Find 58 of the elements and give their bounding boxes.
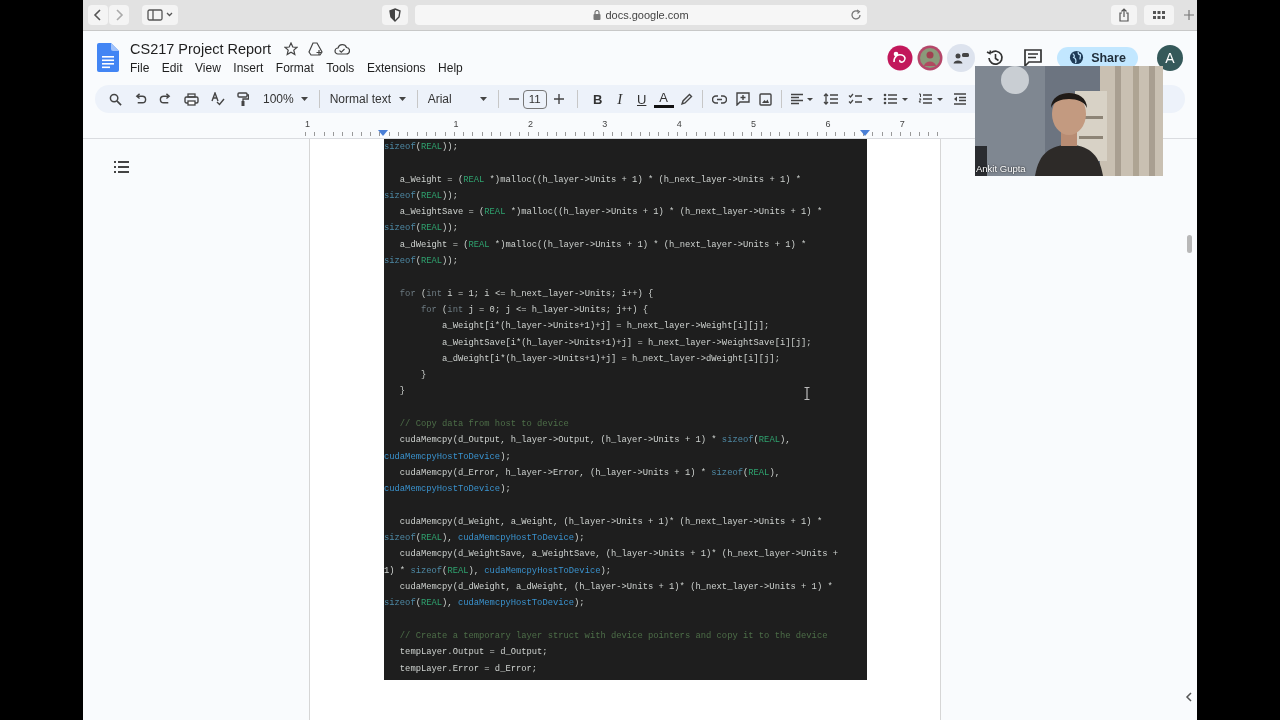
url-text: docs.google.com	[605, 9, 689, 21]
code-line: a_WeightSave = (REAL *)malloc((h_layer->Units + 1) * (h_next_layer->Units + 1) *	[398, 206, 823, 220]
style-dropdown[interactable]: Normal text	[329, 92, 406, 106]
format-button[interactable]: I	[609, 88, 630, 110]
code-line: sizeof(REAL));	[384, 255, 458, 269]
document-title[interactable]: CS217 Project Report	[130, 40, 272, 57]
ruler-number: 5	[751, 119, 758, 129]
menu-item[interactable]: Insert	[233, 60, 264, 75]
code-line: // Copy data from host to device	[398, 418, 569, 432]
share-button[interactable]: Share	[1057, 46, 1138, 69]
code-line: sizeof(REAL));	[384, 189, 458, 203]
account-avatar[interactable]: A	[1157, 44, 1183, 71]
code-line: 1) * sizeof(REAL), cudaMemcpyHostToDevice);	[384, 564, 612, 578]
ruler-number: 6	[825, 119, 832, 129]
ruler-number: 1	[305, 119, 311, 129]
code-line: cudaMemcpy(d_WeightSave, a_WeightSave, (h_layer->Units + 1)* (h_next_layer->Units +	[398, 548, 838, 562]
code-line: tempLayer.Error = d_Error;	[398, 662, 538, 676]
ruler-number: 4	[676, 119, 683, 129]
code-line: a_dWeight[i*(h_layer->Units+1)+j] = h_next_layer->dWeight[i][j];	[441, 352, 780, 366]
format-button[interactable]: U	[631, 88, 652, 110]
menu-item[interactable]: Edit	[161, 60, 183, 75]
ruler-number: 1	[453, 119, 460, 129]
code-line: tempLayer.Output = d_Output;	[398, 646, 548, 660]
code-line: sizeof(REAL));	[384, 222, 458, 236]
menu-item[interactable]: View	[195, 60, 221, 75]
code-line: // Create a temporary layer struct with device pointers and copy it to the device	[398, 629, 828, 643]
format-button[interactable]: B	[587, 88, 608, 110]
code-line: sizeof(REAL));	[384, 141, 458, 154]
font-dropdown[interactable]: Arial	[427, 92, 487, 106]
menu-item[interactable]: Extensions	[366, 60, 426, 75]
menu-item[interactable]: Help	[438, 60, 463, 75]
code-line: cudaMemcpy(d_dWeight, a_dWeight, (h_layer->Units + 1)* (h_next_layer->Units + 1) *	[398, 581, 833, 594]
code-line: }	[419, 369, 427, 383]
code-line: cudaMemcpy(d_Weight, a_Weight, (h_layer->Units + 1)* (h_next_layer->Units + 1) *	[398, 515, 823, 529]
code-line: sizeof(REAL), cudaMemcpyHostToDevice);	[384, 597, 585, 611]
code-line: for (int i = 1; i <= h_next_layer->Units; i++) {	[398, 287, 654, 301]
ruler-number: 7	[899, 119, 906, 129]
menu-item[interactable]: Format	[275, 60, 314, 75]
code-line: a_Weight = (REAL *)malloc((h_layer->Units + 1) * (h_next_layer->Units + 1) *	[398, 173, 802, 187]
code-line: a_WeightSave[i*(h_layer->Units+1)+j] = h_next_layer->WeightSave[i][j];	[441, 336, 812, 350]
participant-name: Ankit Gupta	[976, 163, 1026, 174]
font-size-field[interactable]: 11	[522, 89, 547, 109]
ruler-number: 3	[602, 119, 609, 129]
zoom-dropdown[interactable]: 100%	[263, 92, 308, 106]
code-line: sizeof(REAL), cudaMemcpyHostToDevice);	[384, 532, 585, 546]
code-line: cudaMemcpyHostToDevice);	[384, 450, 511, 464]
code-line: cudaMemcpy(d_Output, h_layer->Output, (h_layer->Units + 1) * sizeof(REAL),	[398, 434, 791, 448]
code-line: for (int j = 0; j <= h_layer->Units; j++) {	[419, 303, 648, 317]
code-line: a_Weight[i*(h_layer->Units+1)+j] = h_next_layer->Weight[i][j];	[441, 320, 770, 334]
menu-item[interactable]: File	[130, 60, 150, 75]
menu-item[interactable]: Tools	[326, 60, 355, 75]
address-bar[interactable]: docs.google.com	[415, 5, 867, 25]
code-line: cudaMemcpyHostToDevice);	[384, 483, 511, 497]
ruler-number: 2	[527, 119, 534, 129]
code-line: a_dWeight = (REAL *)malloc((h_layer->Units + 1) * (h_next_layer->Units + 1) *	[398, 238, 807, 252]
code-line: cudaMemcpy(d_Error, h_layer->Error, (h_layer->Units + 1) * sizeof(REAL),	[398, 466, 780, 480]
code-line: }	[398, 385, 406, 399]
format-button[interactable]: A	[653, 90, 674, 108]
